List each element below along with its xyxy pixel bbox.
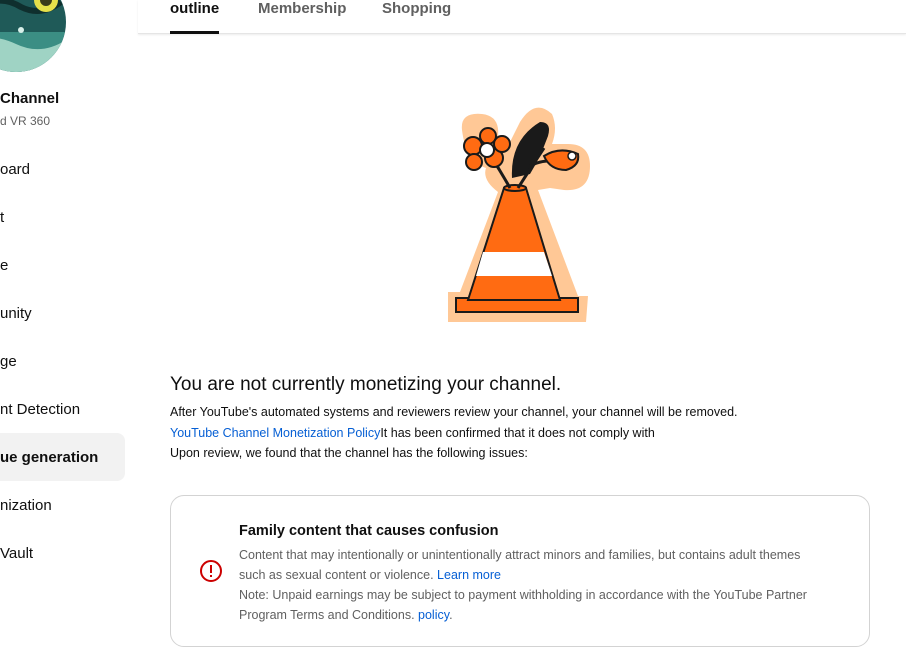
issue-title: Family content that causes confusion [239,523,499,539]
monetization-policy-link[interactable]: YouTube Channel Monetization Policy [170,426,380,440]
sidebar: Channel d VR 360 oard t e unity ge nt De… [0,0,138,670]
policy-line-text: It has been confirmed that it does not c… [380,426,655,440]
channel-name: Channel [0,90,60,107]
tab-shopping[interactable]: Shopping [382,0,451,34]
issue-note-text: Program Terms and Conditions. [239,608,415,622]
issue-description-text: such as sexual content or violence. [239,568,434,582]
sidebar-item-customization[interactable]: nization [0,481,125,529]
issue-note-line2: Program Terms and Conditions. policy. [239,608,453,622]
sidebar-item-dashboard[interactable]: oard [0,145,125,193]
tab-bar: outline Membership Shopping [138,0,906,34]
learn-more-link[interactable]: Learn more [437,568,501,582]
sidebar-item-audio-vault[interactable]: Vault [0,529,125,577]
tab-membership[interactable]: Membership [258,0,346,34]
issue-description-line1: Content that may intentionally or uninte… [239,548,801,562]
channel-subtitle: d VR 360 [0,114,51,128]
issue-note-line1: Note: Unpaid earnings may be subject to … [239,588,807,602]
error-icon [200,560,222,582]
review-notice-text: After YouTube's automated systems and re… [170,405,738,419]
page-headline: You are not currently monetizing your ch… [170,374,562,395]
policy-link[interactable]: policy [418,608,449,622]
issue-card: Family content that causes confusion Con… [170,495,870,647]
issue-description-line2: such as sexual content or violence. Lear… [239,568,501,582]
sidebar-item-revenue-generation[interactable]: ue generation [0,433,125,481]
policy-line: YouTube Channel Monetization PolicyIt ha… [170,426,655,440]
tab-outline[interactable]: outline [170,0,220,34]
issue-note-period: . [449,608,453,622]
traffic-cone-illustration [440,100,600,328]
sidebar-item-copyright-detection[interactable]: nt Detection [0,385,125,433]
sidebar-item-content[interactable]: t [0,193,125,241]
channel-avatar[interactable] [0,0,66,72]
sidebar-item-community[interactable]: unity [0,289,125,337]
avatar-image [0,0,66,72]
issues-intro-text: Upon review, we found that the channel h… [170,446,528,460]
sidebar-item-subtitles[interactable]: ge [0,337,125,385]
sidebar-item-analytics[interactable]: e [0,241,125,289]
